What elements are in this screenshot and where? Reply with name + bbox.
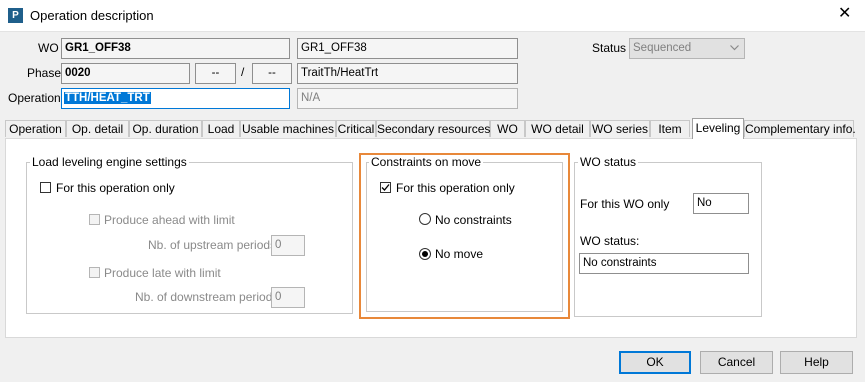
phase-a-field[interactable]: -- <box>195 63 236 84</box>
for-this-wo-field[interactable]: No <box>693 193 749 214</box>
operation-value-selected: TTH/HEAT_TRT <box>64 92 151 104</box>
wo-description-field[interactable]: GR1_OFF38 <box>297 38 518 59</box>
tab-operation[interactable]: Operation <box>5 120 66 137</box>
constraints-title: Constraints on move <box>369 155 484 169</box>
no-move-radio[interactable] <box>419 248 431 260</box>
help-button[interactable]: Help <box>780 351 853 374</box>
operation-field[interactable]: TTH/HEAT_TRT <box>61 88 290 109</box>
wo-status-title: WO status <box>578 155 639 169</box>
nb-downstream-label: Nb. of downstream periods <box>135 290 279 304</box>
phase-b-field[interactable]: -- <box>252 63 292 84</box>
load-leveling-title: Load leveling engine settings <box>30 155 189 169</box>
nb-upstream-label: Nb. of upstream periods <box>148 238 277 252</box>
produce-late-label: Produce late with limit <box>104 266 221 280</box>
tab-wo[interactable]: WO <box>490 120 525 137</box>
produce-ahead-label: Produce ahead with limit <box>104 213 235 227</box>
constraints-for-this-operation-checkbox[interactable] <box>380 182 391 193</box>
tab-critical[interactable]: Critical <box>336 120 376 137</box>
close-icon[interactable]: ✕ <box>838 5 851 23</box>
check-icon <box>381 184 390 191</box>
no-constraints-radio[interactable] <box>419 213 431 225</box>
ok-button[interactable]: OK <box>619 351 691 374</box>
phase-label: Phase <box>27 66 62 80</box>
tab-item[interactable]: Item <box>650 120 690 137</box>
operation-label: Operation <box>8 91 61 105</box>
for-this-wo-label: For this WO only <box>580 197 670 211</box>
wo-status-field[interactable]: No constraints <box>579 253 749 274</box>
chevron-down-icon <box>730 45 739 51</box>
tab-leveling[interactable]: Leveling <box>692 118 744 139</box>
tab-load[interactable]: Load <box>202 120 240 137</box>
status-select[interactable]: Sequenced <box>629 38 745 59</box>
tab-secondary-resources[interactable]: Secondary resources <box>376 120 490 137</box>
status-label: Status <box>592 41 627 55</box>
cancel-button[interactable]: Cancel <box>700 351 773 374</box>
phase-field[interactable]: 0020 <box>61 63 190 84</box>
produce-late-checkbox[interactable] <box>89 267 100 278</box>
wo-field[interactable]: GR1_OFF38 <box>61 38 290 59</box>
window-title: Operation description <box>30 8 154 23</box>
tab-op-detail[interactable]: Op. detail <box>66 120 129 137</box>
tab-usable-machines[interactable]: Usable machines <box>240 120 336 137</box>
nb-upstream-field[interactable]: 0 <box>271 235 305 256</box>
app-icon: P <box>8 8 23 23</box>
tab-op-duration[interactable]: Op. duration <box>129 120 202 137</box>
tab-wo-series[interactable]: WO series <box>590 120 650 137</box>
phase-description-field[interactable]: TraitTh/HeatTrt <box>297 63 518 84</box>
tab-complementary-info[interactable]: Complementary info. <box>744 120 856 137</box>
phase-separator: / <box>241 65 245 79</box>
radio-selected-dot <box>422 251 428 257</box>
no-move-label: No move <box>435 247 484 261</box>
produce-ahead-checkbox[interactable] <box>89 214 100 225</box>
no-constraints-label: No constraints <box>435 213 512 227</box>
nb-downstream-field[interactable]: 0 <box>271 287 305 308</box>
title-bar: P Operation description ✕ <box>0 0 865 32</box>
wo-status-label: WO status: <box>580 234 640 248</box>
tab-wo-detail[interactable]: WO detail <box>525 120 590 137</box>
constraints-for-this-operation-label: For this operation only <box>396 181 515 195</box>
status-value: Sequenced <box>633 42 692 54</box>
operation-description-field[interactable]: N/A <box>297 88 518 109</box>
for-this-operation-label: For this operation only <box>56 181 175 195</box>
wo-label: WO <box>38 41 59 55</box>
for-this-operation-checkbox[interactable] <box>40 182 51 193</box>
